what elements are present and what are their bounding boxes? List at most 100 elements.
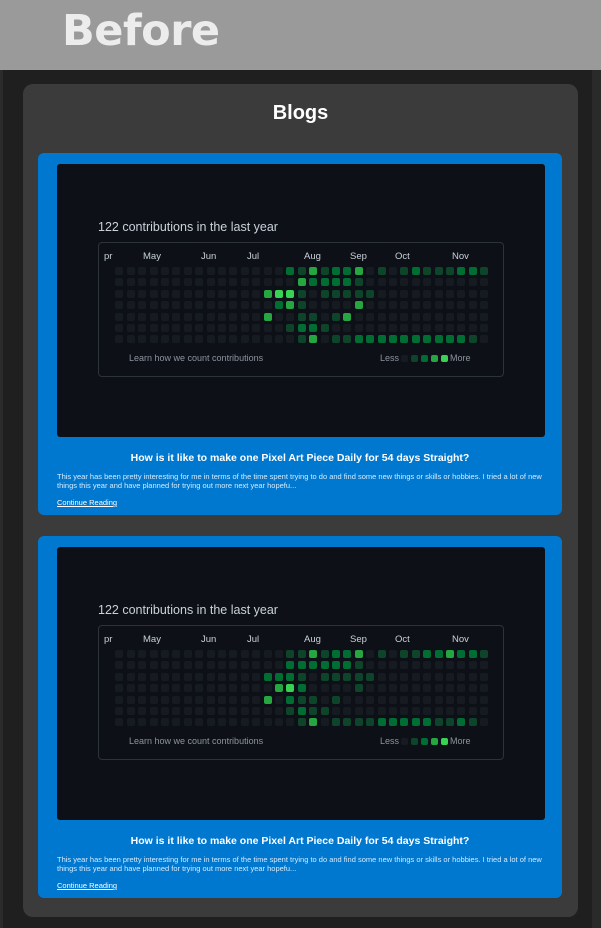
contribution-cell — [240, 684, 249, 693]
contribution-cell — [172, 289, 181, 298]
legend-swatch — [431, 355, 438, 362]
contribution-cell — [252, 301, 261, 310]
contribution-cell — [480, 312, 489, 321]
contribution-cell — [400, 684, 409, 693]
contribution-cell — [457, 707, 466, 715]
contribution-cell — [468, 718, 477, 727]
contribution-cell — [229, 312, 238, 321]
contribution-cell — [286, 324, 295, 332]
contribution-cell — [457, 289, 466, 298]
contribution-cell — [411, 695, 420, 704]
contribution-cell — [389, 707, 397, 715]
contribution-cell — [195, 312, 204, 321]
contribution-cell — [423, 278, 432, 287]
blog-card[interactable]: 122 contributions in the last year pr Ma… — [38, 536, 562, 898]
contribution-cell — [411, 650, 420, 658]
contribution-cell — [149, 661, 158, 670]
top-banner: Before — [0, 0, 601, 70]
banner-label: Before — [62, 6, 220, 56]
contribution-cell — [183, 718, 192, 727]
contribution-cell — [149, 650, 158, 658]
contribution-cell — [297, 684, 306, 693]
contribution-cell — [149, 278, 158, 287]
contribution-cell — [240, 661, 249, 670]
contribution-cell — [240, 289, 249, 298]
contribution-cell — [138, 267, 147, 275]
contribution-cell — [297, 672, 306, 681]
contribution-cell — [309, 267, 318, 275]
contribution-cell — [138, 289, 147, 298]
month-label: Jul — [247, 634, 260, 645]
contribution-cell — [457, 672, 466, 681]
contribution-cell — [320, 684, 329, 693]
contribution-cell — [172, 650, 181, 658]
contribution-cell — [183, 650, 192, 658]
contribution-cell — [161, 718, 169, 727]
contribution-cell — [411, 707, 420, 715]
learn-link[interactable]: Learn how we count contributions — [129, 353, 263, 363]
contribution-cell — [366, 289, 375, 298]
blog-card[interactable]: 122 contributions in the last year pr Ma… — [38, 153, 562, 515]
contribution-cell — [195, 684, 204, 693]
month-label: Oct — [395, 634, 410, 645]
contribution-cell — [286, 707, 295, 715]
contribution-cell — [400, 267, 409, 275]
contribution-cell — [206, 301, 215, 310]
contribution-cell — [332, 661, 340, 670]
contribution-cell — [468, 661, 477, 670]
continue-reading-link[interactable]: Continue Reading — [57, 498, 117, 507]
contribution-cell — [195, 278, 204, 287]
contribution-cell — [138, 684, 147, 693]
contribution-cell — [377, 661, 386, 670]
contribution-cell — [138, 718, 147, 727]
contribution-cell — [411, 278, 420, 287]
section-title: Blogs — [272, 102, 329, 124]
contribution-cell — [389, 335, 397, 344]
legend-swatch — [411, 355, 418, 362]
contribution-cell — [161, 301, 169, 310]
contribution-cell — [343, 718, 352, 727]
contribution-cell — [480, 335, 489, 344]
month-labels: pr May Jun Jul Aug Sep Oct Nov — [99, 251, 503, 265]
month-label: Jul — [247, 251, 260, 262]
learn-link[interactable]: Learn how we count contributions — [129, 736, 263, 746]
contribution-cell — [320, 650, 329, 658]
contribution-cell — [446, 278, 454, 287]
contribution-cell — [115, 707, 124, 715]
legend-less: Less — [380, 736, 400, 746]
contribution-cell — [275, 301, 283, 310]
continue-reading-link[interactable]: Continue Reading — [57, 881, 117, 890]
contributions-heading: 122 contributions in the last year — [98, 603, 278, 617]
contribution-cell — [400, 650, 409, 658]
contribution-cell — [446, 650, 454, 658]
contribution-cell — [411, 301, 420, 310]
contribution-cell — [206, 650, 215, 658]
contribution-cell — [297, 301, 306, 310]
contribution-cell — [400, 312, 409, 321]
contribution-cell — [332, 278, 340, 287]
contribution-grid — [104, 650, 498, 728]
contribution-cell — [354, 650, 363, 658]
contribution-cell — [149, 324, 158, 332]
contribution-cell — [218, 301, 226, 310]
contributions-heading: 122 contributions in the last year — [98, 220, 278, 234]
contribution-cell — [172, 684, 181, 693]
right-edge — [592, 70, 601, 928]
blog-title[interactable]: How is it like to make one Pixel Art Pie… — [38, 835, 562, 847]
contribution-cell — [366, 278, 375, 287]
contribution-cell — [263, 278, 272, 287]
legend-swatch — [431, 738, 438, 745]
contribution-cell — [286, 278, 295, 287]
blog-title[interactable]: How is it like to make one Pixel Art Pie… — [38, 452, 562, 464]
contribution-cell — [468, 672, 477, 681]
contribution-cell — [183, 684, 192, 693]
contribution-cell — [332, 301, 340, 310]
contribution-cell — [332, 267, 340, 275]
contribution-cell — [480, 267, 489, 275]
month-label: May — [143, 251, 161, 262]
contribution-cell — [240, 312, 249, 321]
contribution-cell — [332, 289, 340, 298]
contribution-cell — [411, 289, 420, 298]
month-label: Sep — [350, 251, 367, 262]
contribution-cell — [183, 707, 192, 715]
